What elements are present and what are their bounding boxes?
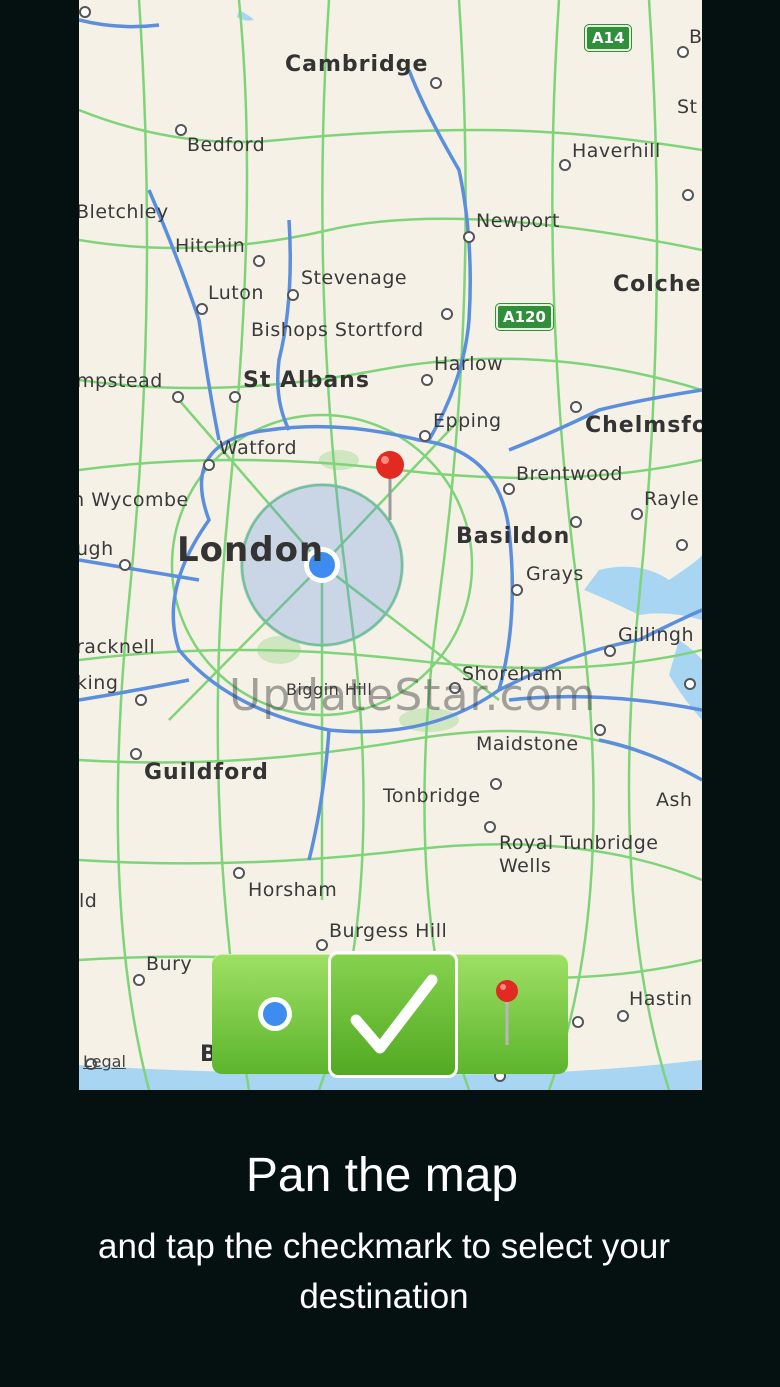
city-label: High Wycombe xyxy=(79,489,189,511)
city-label: Gillingh xyxy=(618,624,694,646)
city-label: St Albans xyxy=(243,368,370,393)
city-label: Basildon xyxy=(456,524,571,549)
city-label-london: London xyxy=(177,530,325,570)
city-label: Chelmsfo xyxy=(585,413,702,438)
city-label: Luton xyxy=(208,282,264,304)
city-label: St xyxy=(677,96,698,118)
city-label: Grays xyxy=(526,563,584,585)
city-label: Horsham xyxy=(248,879,338,901)
city-label: Bedford xyxy=(187,134,266,156)
city-label: Colche xyxy=(613,272,702,297)
city-label: Maidstone xyxy=(476,733,579,755)
city-label: Ash xyxy=(656,789,693,811)
city-label: Bishops Stortford xyxy=(251,319,424,341)
city-label: Rayle xyxy=(644,488,700,510)
current-location-button[interactable] xyxy=(212,954,338,1074)
map-view[interactable]: Cambridge Bedford Haverhill Bletchley Ne… xyxy=(79,0,702,1090)
road-shield-a120: A120 xyxy=(495,303,554,331)
city-label: Epping xyxy=(433,410,502,432)
city-label: king xyxy=(79,672,119,694)
city-label: Harlow xyxy=(434,353,504,375)
legal-link[interactable]: Legal xyxy=(83,1052,126,1071)
city-label: Brentwood xyxy=(516,463,623,485)
city-label: Wells xyxy=(499,855,552,877)
city-label: Hitchin xyxy=(175,235,246,257)
city-label: racknell xyxy=(79,636,156,658)
road-shield-a14: A14 xyxy=(583,24,633,52)
destination-pin-button[interactable] xyxy=(446,954,568,1074)
watermark: UpdateStar.com xyxy=(229,670,597,721)
caption-headline: Pan the map xyxy=(245,1149,519,1202)
city-label: Cambridge xyxy=(285,52,429,77)
city-label: mpstead xyxy=(79,370,163,392)
city-label: Hastin xyxy=(629,988,693,1010)
red-pin-icon xyxy=(496,980,518,1045)
city-label: Watford xyxy=(219,437,298,459)
city-label: Bletchley xyxy=(79,201,169,223)
caption-subline: and tap the checkmark to select your des… xyxy=(98,1227,670,1316)
city-label: Stevenage xyxy=(301,267,408,289)
city-label: Haverhill xyxy=(572,140,661,162)
city-label: B xyxy=(689,26,702,48)
city-label: ugh xyxy=(79,538,114,560)
confirm-checkmark-button[interactable] xyxy=(328,951,458,1078)
city-label: ld xyxy=(79,890,98,912)
city-label: Guildford xyxy=(144,760,269,785)
city-label: Newport xyxy=(476,210,560,232)
city-label: Royal Tunbridge xyxy=(499,832,659,854)
location-dot-icon xyxy=(258,997,292,1031)
map-toolbar xyxy=(212,951,568,1078)
checkmark-icon xyxy=(350,974,438,1053)
city-label: Tonbridge xyxy=(383,785,481,807)
city-label: Burgess Hill xyxy=(329,920,448,942)
city-label: Bury xyxy=(146,953,193,975)
